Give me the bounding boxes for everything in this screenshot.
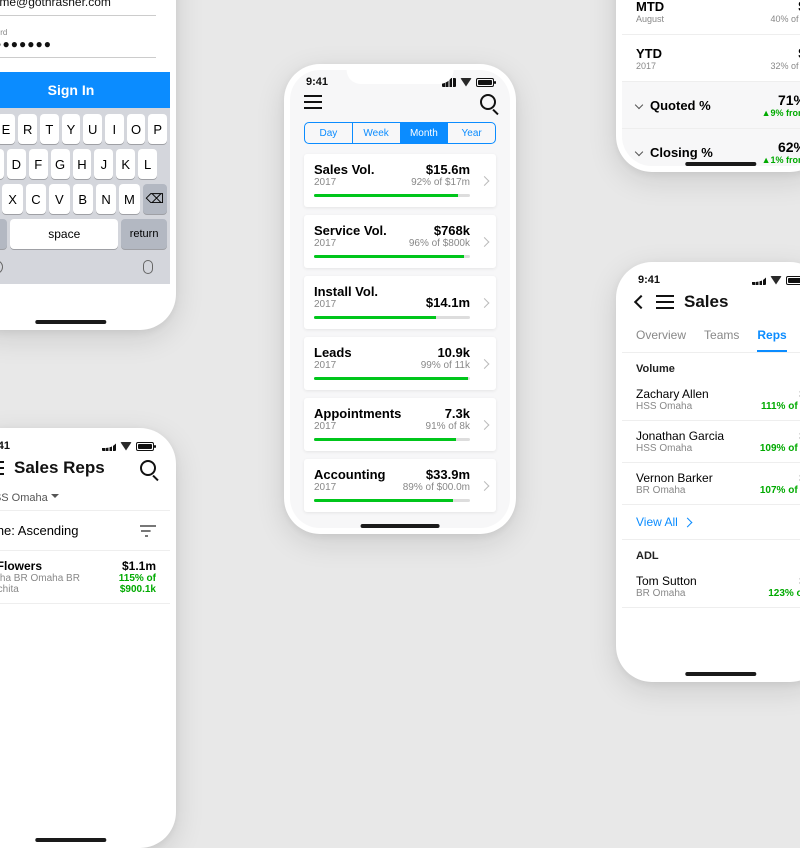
key-B[interactable]: B	[73, 184, 93, 214]
metric-card[interactable]: Appointments2017 7.3k91% of 8k	[304, 398, 496, 451]
key-P[interactable]: P	[148, 114, 167, 144]
menu-icon[interactable]	[656, 295, 674, 309]
chevron-down-icon	[635, 148, 643, 156]
rep-row[interactable]: Vernon BarkerBR Omaha $107% of $	[622, 463, 800, 505]
key-N[interactable]: N	[96, 184, 116, 214]
chevron-right-icon	[480, 420, 490, 430]
phone-dashboard: 9:41 Day Week Month Year Sales Vol.2017 …	[284, 64, 516, 534]
section-volume: Volume	[622, 353, 800, 379]
key-backspace[interactable]: ⌫	[143, 184, 167, 214]
key-C[interactable]: C	[26, 184, 46, 214]
sort-label[interactable]: ume: Ascending	[0, 523, 79, 538]
signal-icon	[442, 78, 456, 87]
rep-row[interactable]: Tom SuttonBR Omaha $123% of	[622, 566, 800, 608]
key-I[interactable]: I	[105, 114, 124, 144]
chevron-right-icon	[480, 359, 490, 369]
view-all-link[interactable]: View All	[622, 505, 800, 539]
key-O[interactable]: O	[127, 114, 146, 144]
key-space[interactable]: space	[10, 219, 118, 249]
signin-button[interactable]: Sign In	[0, 72, 170, 108]
search-icon[interactable]	[480, 94, 496, 110]
tab-overview[interactable]: Overview	[636, 320, 686, 352]
key-F[interactable]: F	[29, 149, 48, 179]
chevron-right-icon	[480, 237, 490, 247]
rep-row[interactable]: Jonathan GarciaHSS Omaha $109% of $	[622, 421, 800, 463]
keyboard[interactable]: WERTYUIOP SDFGHJKL ⇧ XCVBNM⌫ 23 space re…	[0, 108, 170, 284]
battery-icon	[476, 78, 494, 87]
wifi-icon	[120, 442, 132, 451]
dropdown-icon	[51, 494, 59, 502]
metric-card[interactable]: Sales Vol.2017 $15.6m92% of $17m	[304, 154, 496, 207]
seg-week[interactable]: Week	[353, 123, 401, 143]
key-E[interactable]: E	[0, 114, 15, 144]
metric-ytd[interactable]: YTD2017 $32% of $	[622, 35, 800, 82]
key-X[interactable]: X	[2, 184, 22, 214]
password-field[interactable]: sword ●●●●●●●●	[0, 26, 156, 58]
signal-icon	[102, 442, 116, 451]
page-title: Sales	[684, 292, 728, 312]
emoji-icon[interactable]	[0, 260, 3, 274]
metric-card[interactable]: Install Vol.2017 $14.1m	[304, 276, 496, 329]
filter-icon[interactable]	[140, 525, 156, 537]
seg-day[interactable]: Day	[305, 123, 353, 143]
menu-icon[interactable]	[0, 461, 4, 475]
key-Y[interactable]: Y	[62, 114, 81, 144]
chevron-down-icon	[635, 101, 643, 109]
status-bar: 9:41	[290, 70, 510, 90]
rep-row[interactable]: Zachary AllenHSS Omaha $111% of $	[622, 379, 800, 421]
key-S[interactable]: S	[0, 149, 4, 179]
search-icon[interactable]	[140, 460, 156, 476]
tab-reps[interactable]: Reps	[757, 320, 786, 352]
page-title: Sales Reps	[14, 458, 105, 478]
battery-icon	[136, 442, 154, 451]
key-K[interactable]: K	[116, 149, 135, 179]
metric-mtd[interactable]: MTDAugust $40% of $	[622, 0, 800, 35]
phone-metrics: MTDAugust $40% of $ YTD2017 $32% of $ Qu…	[616, 0, 800, 172]
menu-icon[interactable]	[304, 95, 322, 109]
status-time: 9:41	[306, 76, 328, 88]
metric-card[interactable]: Leads2017 10.9k99% of 11k	[304, 337, 496, 390]
key-D[interactable]: D	[7, 149, 26, 179]
key-H[interactable]: H	[73, 149, 92, 179]
key-V[interactable]: V	[49, 184, 69, 214]
key-L[interactable]: L	[138, 149, 157, 179]
metric-card[interactable]: Accounting2017 $33.9m89% of $00.0m	[304, 459, 496, 512]
metric-card[interactable]: Service Vol.2017 $768k96% of $800k	[304, 215, 496, 268]
period-segmented[interactable]: Day Week Month Year	[304, 122, 496, 144]
key-M[interactable]: M	[119, 184, 139, 214]
section-adl: ADL	[622, 539, 800, 566]
back-icon[interactable]	[634, 295, 648, 309]
rep-row[interactable]: n Flowers maha BR Omaha BR Wichita $1.1m…	[0, 551, 170, 604]
tabs: Overview Teams Reps	[622, 320, 800, 353]
key-return[interactable]: return	[121, 219, 167, 249]
username-field[interactable]: name name@gothrasher.com	[0, 0, 156, 16]
chevron-right-icon	[480, 298, 490, 308]
mic-icon[interactable]	[143, 260, 153, 274]
key-123[interactable]: 23	[0, 219, 7, 249]
chevron-right-icon	[682, 517, 692, 527]
tab-teams[interactable]: Teams	[704, 320, 739, 352]
filter-dropdown[interactable]: HSS Omaha	[0, 486, 170, 510]
key-R[interactable]: R	[18, 114, 37, 144]
key-J[interactable]: J	[94, 149, 113, 179]
wifi-icon	[460, 78, 472, 87]
phone-sales: 9:41 Sales Overview Teams Reps Volume Za…	[616, 262, 800, 682]
seg-year[interactable]: Year	[448, 123, 495, 143]
phone-signin: name name@gothrasher.com sword ●●●●●●●● …	[0, 0, 176, 330]
chevron-right-icon	[480, 176, 490, 186]
key-U[interactable]: U	[83, 114, 102, 144]
key-G[interactable]: G	[51, 149, 70, 179]
key-T[interactable]: T	[40, 114, 59, 144]
chevron-right-icon	[480, 481, 490, 491]
metric-closing[interactable]: Closing % 62% ▲1% from	[622, 129, 800, 166]
metric-quoted[interactable]: Quoted % 71% ▲9% from	[622, 82, 800, 129]
phone-salesreps: 9:41 Sales Reps HSS Omaha ume: Ascending…	[0, 428, 176, 848]
seg-month[interactable]: Month	[401, 123, 449, 143]
